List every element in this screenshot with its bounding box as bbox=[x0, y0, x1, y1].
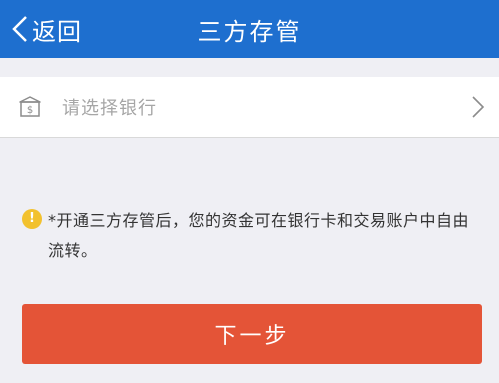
notice: ! *开通三方存管后，您的资金可在银行卡和交易账户中自由流转。 bbox=[22, 206, 482, 266]
info-icon: ! bbox=[22, 209, 42, 229]
page-title: 三方存管 bbox=[197, 17, 302, 46]
bank-select-placeholder: 请选择银行 bbox=[62, 98, 157, 119]
bank-card-icon: $ bbox=[19, 96, 41, 117]
notice-text: *开通三方存管后，您的资金可在银行卡和交易账户中自由流转。 bbox=[48, 211, 470, 260]
app-header: 返回 三方存管 bbox=[0, 0, 499, 58]
chevron-right-icon bbox=[472, 96, 485, 118]
svg-text:$: $ bbox=[27, 105, 33, 116]
next-step-button[interactable]: 下一步 bbox=[22, 304, 482, 364]
bank-select-row[interactable]: $ 请选择银行 bbox=[0, 77, 499, 138]
